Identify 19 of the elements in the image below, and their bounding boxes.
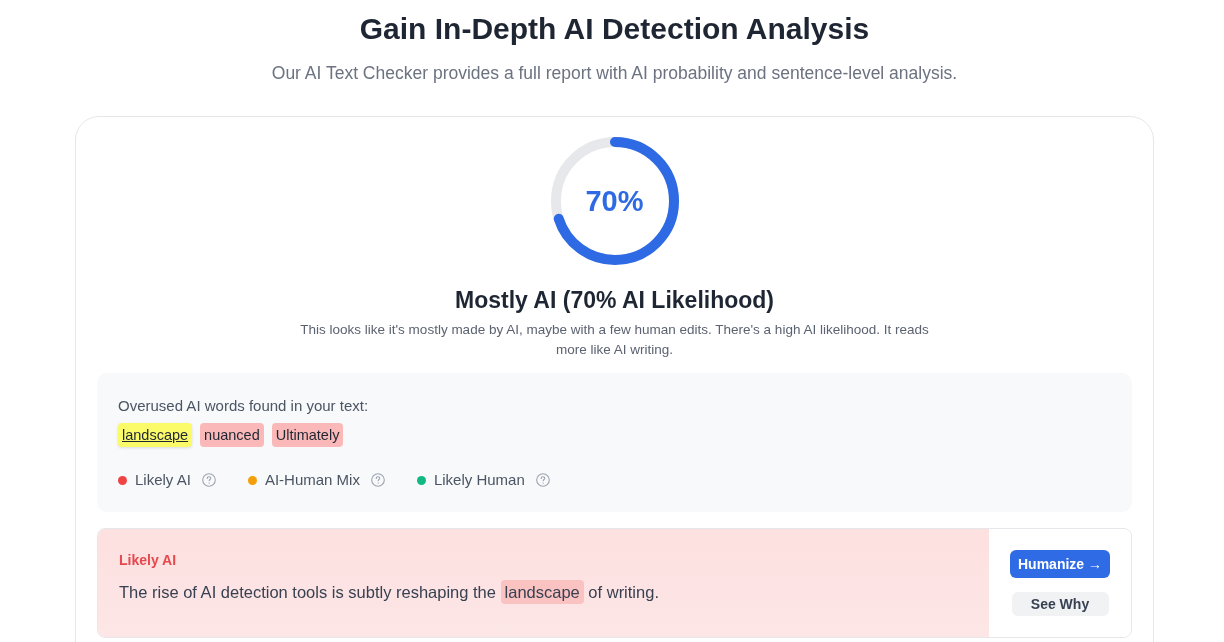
sentence-text: The rise of AI detection tools is subtly reshaping the landscape of writing. (119, 580, 968, 604)
score-percent: 70% (585, 184, 644, 218)
page-subtitle: Our AI Text Checker provides a full report with AI probability and sentence-level analysis. (271, 62, 958, 84)
word-chip[interactable]: nuanced (200, 423, 264, 447)
verdict-description: This looks like it's mostly made by AI, maybe with a few human edits. There's a high AI likelihood. It reads more like AI writing. (299, 321, 930, 359)
word-chip[interactable]: landscape (118, 423, 193, 447)
category-label: Likely AI (119, 551, 178, 570)
legend-label: Likely Human (433, 470, 525, 490)
help-icon[interactable] (370, 473, 385, 487)
legend-label: Likely AI (135, 470, 191, 490)
legend-label: AI-Human Mix (264, 470, 360, 490)
page-title: Gain In-Depth AI Detection Analysis (359, 12, 870, 46)
overused-words-label: Overused AI words found in your text: (118, 397, 369, 415)
help-icon[interactable] (535, 473, 550, 487)
help-icon[interactable] (201, 473, 216, 487)
action-button[interactable]: See Why (1011, 592, 1109, 616)
action-button[interactable]: Humanize → (1010, 550, 1110, 578)
verdict-heading: Mostly AI (70% AI Likelihood) (454, 286, 774, 314)
word-chip[interactable]: Ultimately (271, 423, 344, 447)
